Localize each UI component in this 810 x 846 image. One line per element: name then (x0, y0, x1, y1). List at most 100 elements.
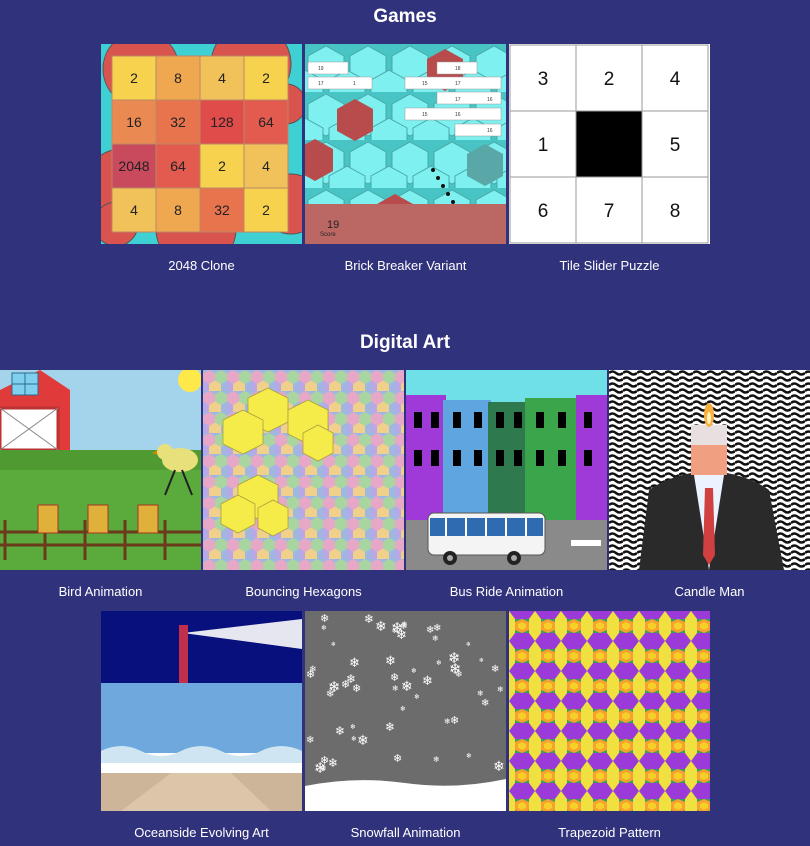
snowflake-icon: ❄ (414, 693, 420, 701)
tile-2048-value: 64 (170, 158, 186, 174)
brick-number: 16 (455, 112, 461, 118)
snowflake-icon: ❄ (466, 752, 472, 760)
slider-tile-number: 4 (670, 69, 681, 90)
thumbnail-brick-breaker[interactable]: 19 17 1 18 15 17 17 15 16 16 16 19 Score (305, 44, 506, 244)
slider-tile-number: 7 (604, 201, 615, 222)
snowflake-icon: ❄ (335, 724, 345, 738)
snowflake-icon: ❄ (400, 705, 406, 713)
brick-number: 17 (455, 97, 461, 103)
thumbnail-oceanside[interactable] (101, 611, 302, 811)
snowflake-icon: ❄ (364, 612, 374, 626)
tile-2048-value: 4 (218, 70, 226, 86)
snowflake-icon: ❄ (426, 625, 434, 636)
slider-tile-number: 1 (538, 135, 549, 156)
project-card-trapezoid-pattern[interactable]: Trapezoid Pattern (509, 611, 710, 840)
caption-trapezoid-pattern[interactable]: Trapezoid Pattern (489, 825, 730, 840)
project-card-candle-man[interactable]: Candle Man (609, 370, 810, 599)
brick-number: 1 (353, 81, 356, 87)
project-card-brick-breaker[interactable]: 19 17 1 18 15 17 17 15 16 16 16 19 Score… (305, 44, 506, 273)
project-card-bird-animation[interactable]: Bird Animation (0, 370, 201, 599)
thumbnail-2048-clone[interactable]: 2 8 4 2 16 32 128 64 2048 64 2 4 4 8 32 2 (101, 44, 302, 244)
tile-2048-value: 32 (170, 114, 186, 130)
snowflake-icon: ❄ (357, 733, 369, 749)
snowflake-icon: ❄ (331, 641, 336, 648)
score-value: 19 (327, 219, 339, 231)
tile-2048-value: 2048 (118, 158, 149, 174)
tile-2048-value: 64 (258, 114, 274, 130)
snowflake-icon: ❄ (477, 689, 484, 698)
snowflake-icon: ❄ (497, 685, 504, 694)
brick-number: 16 (487, 97, 493, 103)
tile-2048-value: 2 (130, 70, 138, 86)
snowflake-icon: ❄ (422, 674, 433, 689)
tile-2048-value: 8 (174, 202, 182, 218)
brick-number: 17 (318, 81, 324, 87)
snowflake-icon: ❄ (493, 759, 505, 775)
slider-tile-number: 2 (604, 69, 615, 90)
thumbnail-trapezoid-pattern[interactable] (509, 611, 710, 811)
tile-2048-value: 16 (126, 114, 142, 130)
project-card-2048-clone[interactable]: 2 8 4 2 16 32 128 64 2048 64 2 4 4 8 32 2 2048 Clone (101, 44, 302, 273)
tile-2048-value: 8 (174, 70, 182, 86)
snowflake-icon: ❄ (436, 659, 442, 667)
snowflake-icon: ❄ (401, 679, 413, 695)
snowflake-icon: ❄ (306, 735, 314, 746)
snowflake-icon: ❄ (481, 698, 489, 709)
tile-2048-value: 2 (218, 158, 226, 174)
snowflake-icon: ❄ (375, 619, 387, 635)
snowflake-icon: ❄ (449, 660, 462, 678)
snowflake-icon: ❄ (390, 671, 399, 684)
snowflake-icon: ❄ (392, 684, 399, 693)
snowflake-icon: ❄ (444, 717, 451, 726)
snowflake-icon: ❄ (400, 622, 408, 632)
thumbnail-bus-ride[interactable] (406, 370, 607, 570)
thumbnail-candle-man[interactable] (609, 370, 810, 570)
snowflake-icon: ❄ (346, 672, 356, 686)
thumbnail-tile-slider[interactable]: 3 2 4 1 5 6 7 8 (509, 44, 710, 244)
thumbnail-snowfall[interactable]: ❄ ❄ ❄ ❄ ❄ ❄ ❄ ❄ ❄ ❄ ❄ ❄ ❄ ❄ ❄ ❄ ❄ ❄ ❄ ❄ ❄ ❄ ❄ ❄ ❄ ❄ ❄ ❄ ❄ ❄ ❄ ❄ ❄ ❄ ❄ ❄ ❄ ❄ ❄ ❄… (305, 611, 506, 811)
snowflake-icon: ❄ (491, 664, 499, 675)
brick-number: 17 (455, 81, 461, 87)
snowflake-icon: ❄ (326, 689, 334, 700)
project-card-tile-slider[interactable]: 32415678 Tile Slider Puzzle (509, 44, 710, 273)
snowflake-icon: ❄ (320, 764, 327, 773)
project-card-oceanside[interactable]: Oceanside Evolving Art (101, 611, 302, 840)
snowflake-icon: ❄ (385, 654, 396, 669)
snowflake-icon: ❄ (385, 720, 395, 734)
snowflake-icon: ❄ (479, 657, 484, 664)
snowflake-icon: ❄ (411, 667, 417, 675)
snowflake-icon: ❄ (349, 656, 360, 671)
brick-number: 16 (487, 128, 493, 134)
snowflake-icon: ❄ (306, 668, 315, 681)
tile-2048-value: 2 (262, 202, 270, 218)
snowflake-icon: ❄ (393, 752, 402, 765)
digital-art-heading: Digital Art (359, 332, 451, 353)
tile-2048-value: 128 (210, 114, 234, 130)
games-heading: Games (373, 6, 437, 27)
project-card-snowfall[interactable]: ❄ ❄ ❄ ❄ ❄ ❄ ❄ ❄ ❄ ❄ ❄ ❄ ❄ ❄ ❄ ❄ ❄ ❄ ❄ ❄ ❄ ❄ ❄ ❄ ❄ ❄ ❄ ❄ ❄ ❄ ❄ ❄ ❄ ❄ ❄ ❄ ❄ ❄ ❄ ❄… (305, 611, 506, 840)
brick-number: 19 (318, 66, 324, 72)
snowflake-icon: ❄ (466, 641, 471, 648)
slider-tile-number: 8 (670, 201, 681, 222)
thumbnail-bird-animation[interactable] (0, 370, 201, 570)
tile-2048-value: 32 (214, 202, 230, 218)
slider-tile-number: 5 (670, 135, 681, 156)
snowflake-icon: ❄ (433, 755, 440, 764)
caption-candle-man[interactable]: Candle Man (589, 584, 810, 599)
caption-tile-slider[interactable]: Tile Slider Puzzle (489, 258, 730, 273)
slider-tile-number: 3 (538, 69, 549, 90)
thumbnail-bouncing-hexagons[interactable] (203, 370, 404, 570)
empty-tile (575, 110, 643, 178)
snowflake-icon: ❄ (450, 714, 459, 727)
tile-2048-value: 4 (130, 202, 138, 218)
brick-number: 18 (455, 66, 461, 72)
brick-number: 15 (422, 112, 428, 118)
brick-number: 15 (422, 81, 428, 87)
snowflake-icon: ❄ (321, 624, 327, 632)
score-label: Score (320, 232, 336, 238)
project-card-bus-ride[interactable]: Bus Ride Animation (406, 370, 607, 599)
project-card-bouncing-hexagons[interactable]: Bouncing Hexagons (203, 370, 404, 599)
tile-2048-value: 4 (262, 158, 270, 174)
tile-2048-value: 2 (262, 70, 270, 86)
snowflake-icon: ❄ (350, 723, 356, 731)
